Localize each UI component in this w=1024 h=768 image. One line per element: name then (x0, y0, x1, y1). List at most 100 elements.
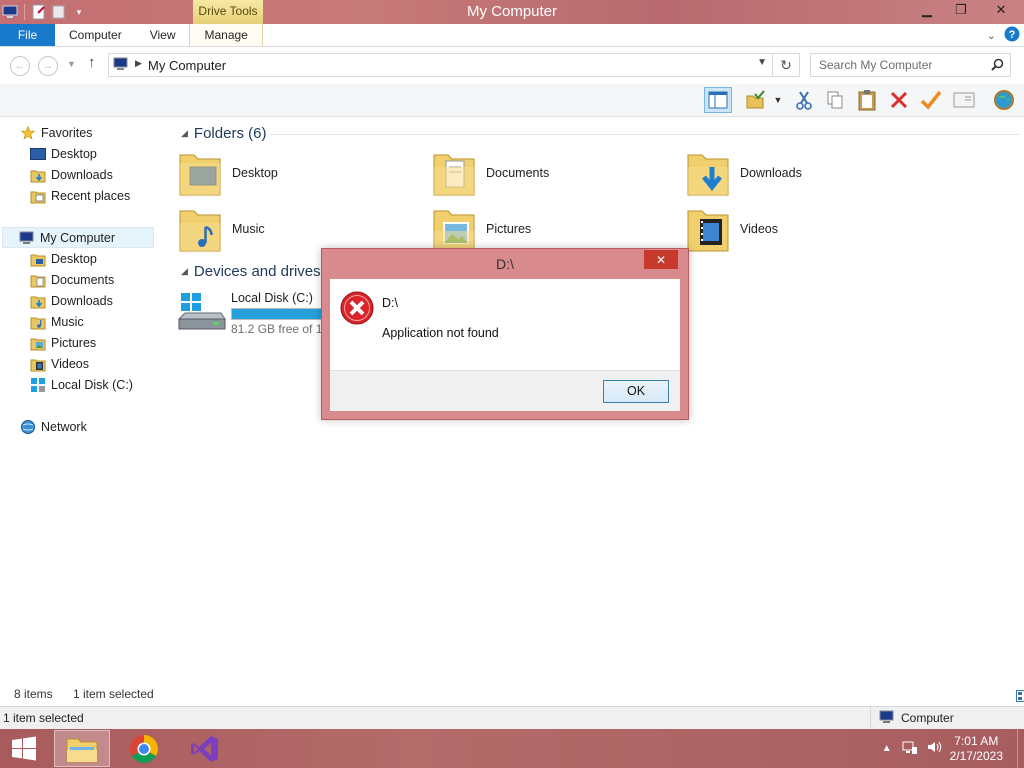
folder-pictures[interactable]: Pictures (432, 204, 662, 254)
volume-icon[interactable] (926, 739, 942, 758)
recent-places-icon (30, 188, 46, 204)
properties-check-icon[interactable] (742, 87, 770, 113)
computer-icon (879, 710, 895, 727)
network-icon (20, 419, 36, 435)
properties-icon[interactable] (31, 4, 47, 20)
tab-computer[interactable]: Computer (55, 24, 136, 46)
taskbar-visual-studio[interactable] (177, 730, 233, 767)
nav-computer-pictures[interactable]: Pictures (30, 333, 96, 353)
rename-check-icon[interactable] (917, 87, 945, 113)
folder-documents[interactable]: Documents (432, 148, 662, 198)
copy-icon[interactable] (821, 87, 849, 113)
folder-downloads[interactable]: Downloads (686, 148, 916, 198)
nav-computer-downloads[interactable]: Downloads (30, 291, 113, 311)
recent-locations-icon[interactable]: ▼ (67, 59, 76, 69)
nav-label: Local Disk (C:) (51, 378, 133, 392)
organize-dropdown-icon[interactable]: ▼ (768, 87, 788, 113)
address-dropdown-icon[interactable]: ▼ (757, 57, 767, 68)
show-hidden-icons-icon[interactable]: ▲ (882, 743, 892, 754)
paste-icon[interactable] (853, 87, 881, 113)
tab-manage[interactable]: Manage (189, 24, 263, 46)
folders-group-header[interactable]: ◢ Folders (6) (181, 125, 266, 142)
nav-label: Downloads (51, 168, 113, 182)
nav-favorites[interactable]: Favorites (20, 123, 92, 143)
start-button[interactable] (0, 730, 48, 767)
downloads-folder-icon (687, 154, 729, 196)
selection-status: 1 item selected (3, 711, 84, 725)
expand-ribbon-icon[interactable]: ⌄ (987, 29, 996, 42)
downloads-folder-icon (30, 293, 46, 309)
computer-icon (113, 57, 131, 74)
nav-favorites-desktop[interactable]: Desktop (30, 144, 97, 164)
preview-pane-button[interactable] (704, 87, 732, 113)
delete-icon[interactable] (885, 87, 913, 113)
new-folder-icon[interactable] (51, 4, 67, 20)
quick-access-toolbar: ▾ (0, 0, 87, 24)
collapse-arrow-icon[interactable]: ◢ (181, 128, 188, 139)
drive-free-space: 81.2 GB free of 11 (231, 322, 329, 336)
downloads-folder-icon (30, 167, 46, 183)
back-button[interactable]: ← (10, 56, 30, 76)
tab-file[interactable]: File (0, 24, 55, 46)
folders-group-title: Folders (6) (193, 125, 267, 142)
videos-folder-icon (687, 210, 729, 252)
folder-desktop[interactable]: Desktop (178, 148, 408, 198)
nav-my-computer-label: My Computer (40, 230, 116, 245)
folder-videos[interactable]: Videos (686, 204, 916, 254)
dialog-title: D:\ (496, 256, 514, 272)
folder-label: Music (232, 222, 265, 236)
search-icon[interactable] (991, 58, 1004, 74)
selected-count: 1 item selected (73, 687, 154, 701)
nav-computer-desktop[interactable]: Desktop (30, 249, 97, 269)
clock-time: 7:01 AM (954, 733, 999, 748)
folder-music[interactable]: Music (178, 204, 408, 254)
address-bar[interactable]: ▶ My Computer ▼ ↻ (108, 53, 800, 77)
search-input[interactable]: Search My Computer (810, 53, 1011, 77)
details-status-bar: 1 item selected Computer (0, 706, 1024, 729)
up-button[interactable]: ↑ (88, 54, 96, 71)
pictures-folder-icon (433, 210, 475, 252)
nav-computer-videos[interactable]: Videos (30, 354, 89, 374)
location-status: Computer (870, 707, 1024, 729)
network-tray-icon[interactable] (902, 739, 918, 758)
restore-button[interactable]: ❐ (944, 0, 978, 20)
clock[interactable]: 7:01 AM 2/17/2023 (950, 734, 1003, 764)
minimize-button[interactable]: ▁ (910, 0, 944, 20)
collapse-arrow-icon[interactable]: ◢ (181, 266, 188, 277)
close-window-button[interactable]: ✕ (978, 0, 1024, 20)
show-desktop-button[interactable] (1017, 729, 1024, 768)
tab-view[interactable]: View (136, 24, 190, 46)
taskbar-chrome[interactable] (116, 730, 172, 767)
email-icon[interactable] (950, 87, 978, 113)
cut-icon[interactable] (790, 87, 818, 113)
ok-button[interactable]: OK (603, 380, 669, 403)
nav-network[interactable]: Network (20, 417, 87, 437)
taskbar-file-explorer[interactable] (54, 730, 110, 767)
nav-computer-documents[interactable]: Documents (30, 270, 114, 290)
nav-label: Music (51, 315, 84, 329)
refresh-button[interactable]: ↻ (772, 54, 799, 76)
nav-computer-music[interactable]: Music (30, 312, 84, 332)
devices-group-header[interactable]: ◢ Devices and drives (2 (181, 263, 338, 280)
forward-button[interactable]: → (38, 56, 58, 76)
drive-icon (30, 377, 46, 393)
drive-tools-tab: Drive Tools (193, 0, 263, 24)
nav-my-computer[interactable]: My Computer (2, 227, 154, 248)
customize-dropdown-icon[interactable]: ▾ (71, 4, 87, 20)
svg-text:?: ? (1009, 29, 1016, 41)
breadcrumb[interactable]: My Computer (148, 58, 226, 73)
dialog-path: D:\ (382, 296, 398, 310)
nav-label: Videos (51, 357, 89, 371)
breadcrumb-separator-icon[interactable]: ▶ (135, 58, 142, 69)
nav-computer-local-disk[interactable]: Local Disk (C:) (30, 375, 133, 395)
nav-favorites-downloads[interactable]: Downloads (30, 165, 113, 185)
nav-favorites-recent-places[interactable]: Recent places (30, 186, 130, 206)
computer-icon[interactable] (2, 4, 18, 20)
folder-label: Downloads (740, 166, 802, 180)
large-icons-view-icon[interactable] (1016, 690, 1024, 705)
videos-folder-icon (30, 356, 46, 372)
globe-icon[interactable] (990, 87, 1018, 113)
help-icon[interactable]: ? (1004, 26, 1020, 45)
drive-icon (178, 293, 226, 330)
dialog-close-button[interactable]: ✕ (644, 250, 678, 269)
